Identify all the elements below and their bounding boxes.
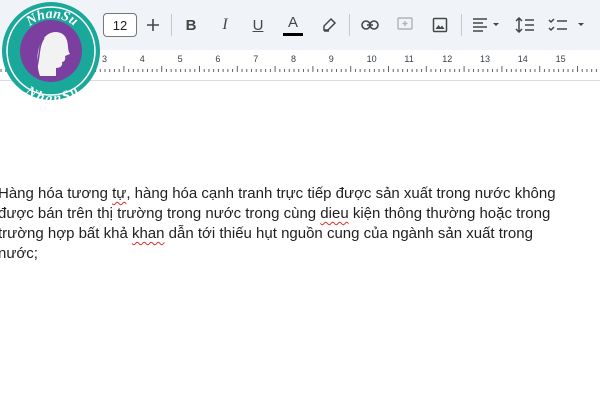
ruler-number: 14	[517, 54, 528, 64]
text-segment: nước;	[0, 245, 38, 262]
ruler-number: 10	[366, 54, 377, 64]
underline-icon[interactable]: U	[247, 13, 269, 37]
text-segment: trường hợp bất khả	[0, 225, 132, 242]
misspelled-word: tự	[112, 185, 127, 202]
ruler-number: 5	[177, 54, 183, 64]
text-segment: , hàng hóa cạnh tranh trực tiếp được sản…	[126, 185, 556, 202]
toolbar-divider	[349, 14, 350, 36]
plus-icon[interactable]	[142, 13, 164, 37]
ruler-number: 3	[102, 54, 108, 64]
bold-icon[interactable]: B	[180, 13, 202, 37]
ruler-number: 6	[215, 54, 221, 64]
text-segment: dẫn tới thiếu hụt nguồn cung của ngành s…	[164, 225, 533, 242]
font-size-field[interactable]: 12	[103, 13, 137, 37]
ruler-number: 13	[480, 54, 491, 64]
add-comment-icon[interactable]	[393, 13, 417, 37]
ruler-number: 4	[139, 54, 145, 64]
text-segment: được bán trên thị trường trong nước tron…	[0, 205, 321, 222]
ruler-number: 8	[291, 54, 297, 64]
text-color-swatch	[283, 32, 303, 36]
text-line: trường hợp bất khả khan dẫn tới thiếu hụ…	[0, 224, 600, 244]
ruler-number: 11	[404, 54, 414, 64]
align-icon[interactable]	[469, 13, 505, 37]
text-color-icon[interactable]: A	[281, 12, 305, 38]
misspelled-word: dieu	[320, 205, 349, 222]
highlight-icon[interactable]	[318, 13, 340, 37]
checklist-icon[interactable]	[545, 13, 591, 37]
toolbar-divider	[461, 14, 462, 36]
nhansu-watermark-logo: NhanSu NhanSu	[2, 2, 100, 102]
ruler-number: 12	[442, 54, 453, 64]
ruler-number: 7	[253, 54, 259, 64]
misspelled-word: khan	[131, 225, 165, 242]
text-line: được bán trên thị trường trong nước tron…	[0, 204, 600, 224]
text-segment: kiện thông thường hoặc trong	[348, 205, 551, 222]
line-spacing-icon[interactable]	[512, 13, 538, 37]
text-line: Hàng hóa tương tự, hàng hóa cạnh tranh t…	[0, 184, 600, 204]
text-line: nước;	[0, 244, 600, 264]
italic-icon[interactable]: I	[214, 13, 236, 37]
text-segment: Hàng hóa tương	[0, 185, 113, 202]
ruler-number: 15	[555, 54, 566, 64]
insert-image-icon[interactable]	[428, 13, 452, 37]
ruler-number: 9	[328, 54, 334, 64]
toolbar-divider	[171, 14, 172, 36]
link-icon[interactable]	[358, 13, 382, 37]
text-color-letter: A	[287, 13, 298, 31]
document-body[interactable]: Hàng hóa tương tự, hàng hóa cạnh tranh t…	[0, 184, 600, 264]
